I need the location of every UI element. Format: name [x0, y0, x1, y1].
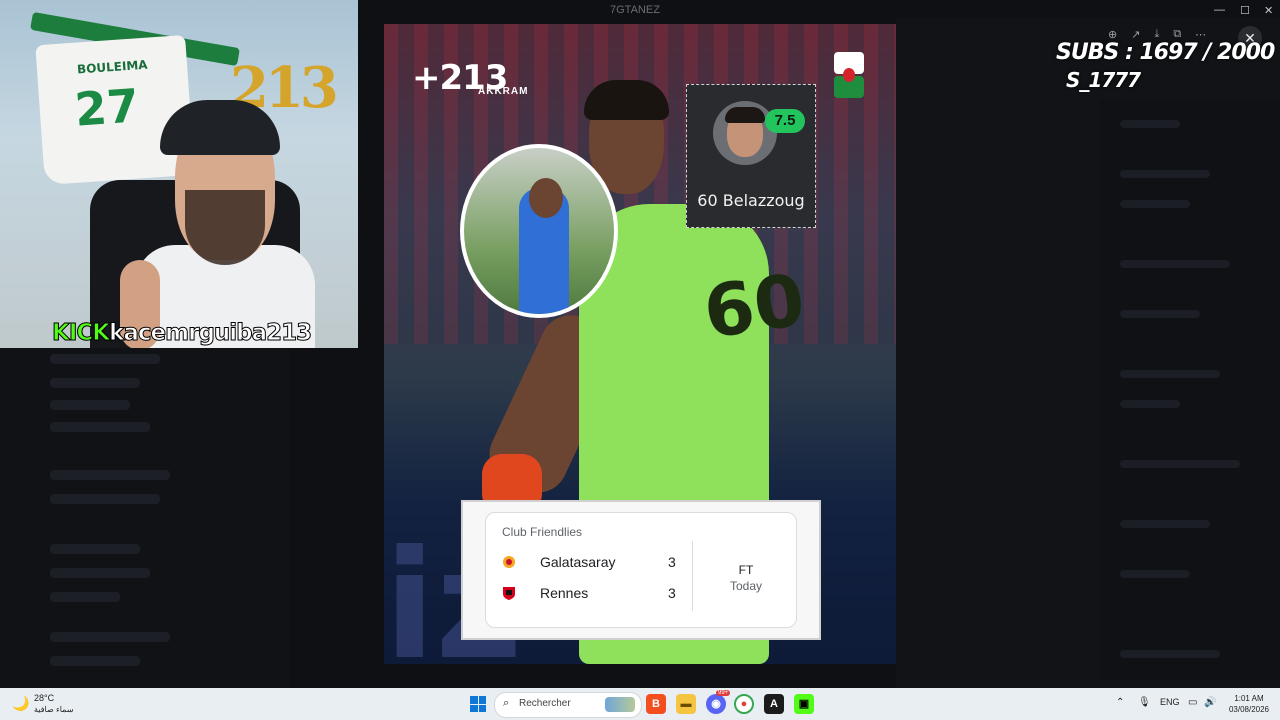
wall-jersey: BOULEIMA 27 [35, 34, 195, 186]
channel-row[interactable] [50, 592, 120, 602]
clock-date: 03/08/2026 [1228, 705, 1270, 714]
player-hair [584, 80, 669, 120]
inset-photo [460, 144, 618, 318]
chat-line [1120, 570, 1190, 578]
search-placeholder: Rechercher [519, 698, 571, 709]
inset-player-head [529, 178, 563, 218]
algeria-flag-icon [834, 52, 864, 98]
volume-icon[interactable]: 🔊 [1204, 697, 1216, 708]
chat-line [1120, 520, 1210, 528]
language-indicator[interactable]: ENG [1160, 697, 1180, 707]
brave-browser-icon[interactable]: B [646, 694, 666, 714]
channel-row[interactable] [50, 470, 170, 480]
team-score: 3 [668, 585, 676, 601]
windows-start-icon[interactable] [470, 696, 486, 712]
chat-line [1120, 370, 1220, 378]
post-image: iz 60 +213 AKKRAM 7.5 60 Belazzoug Club … [384, 24, 896, 664]
system-clock[interactable]: 1:01 AM 03/08/2026 [1224, 693, 1274, 715]
chat-messages [1100, 100, 1280, 680]
match-status: FT [738, 563, 754, 577]
display-icon[interactable]: ▭ [1188, 697, 1197, 708]
channel-row[interactable] [50, 632, 170, 642]
search-highlight-image [605, 697, 635, 712]
discord-icon[interactable]: ◉ [706, 694, 726, 714]
kick-logo-text: KICK [51, 320, 110, 347]
chat-line [1120, 260, 1230, 268]
channel-row[interactable] [50, 656, 140, 666]
weather-description[interactable]: سماء صافية [34, 705, 74, 714]
chevron-up-icon[interactable]: ⌃ [1116, 697, 1124, 708]
channel-row[interactable] [50, 544, 140, 554]
weather-temperature[interactable]: 28°C [34, 693, 54, 703]
kick-app-icon[interactable]: ▣ [794, 694, 814, 714]
shirt-number: 60 [698, 257, 810, 355]
minimize-icon[interactable]: — [1214, 4, 1225, 16]
team-score: 3 [668, 554, 676, 570]
jersey-name: BOULEIMA [76, 57, 149, 77]
microphone-icon[interactable]: 🎙 [1138, 697, 1151, 708]
notification-badge: 99+ [716, 690, 731, 696]
match-date: Today [729, 579, 763, 593]
team-row: Rennes 3 [502, 584, 682, 604]
moon-weather-icon[interactable]: 🌙 [12, 695, 29, 712]
window-close-icon[interactable]: ✕ [1264, 4, 1273, 17]
chat-line [1120, 650, 1220, 658]
player-avatar [713, 101, 777, 165]
jersey-number: 27 [73, 78, 141, 137]
kick-username: kacemrguiba213 [109, 320, 313, 347]
score-inner-card: Club Friendlies Galatasaray 3 Rennes 3 F… [485, 512, 797, 628]
galatasaray-crest-icon [503, 556, 515, 568]
search-icon: ⌕ [503, 697, 510, 709]
rennes-crest-icon [503, 587, 515, 600]
webcam-feed: BOULEIMA 27 213 KICKkacemrguiba213 [0, 0, 358, 348]
channel-row[interactable] [50, 494, 160, 504]
chat-line [1120, 400, 1180, 408]
chat-line [1120, 310, 1200, 318]
taskbar-search[interactable]: ⌕ Rechercher [494, 692, 642, 718]
score-divider [692, 541, 693, 611]
channel-row[interactable] [50, 422, 150, 432]
window-title: 7GTANEZ [610, 4, 660, 16]
app-a-icon[interactable]: A [764, 694, 784, 714]
channel-row[interactable] [50, 354, 160, 364]
channel-row[interactable] [50, 568, 150, 578]
chrome-icon[interactable]: ● [734, 694, 754, 714]
chat-line [1120, 200, 1190, 208]
channel-sidebar [0, 348, 290, 688]
channel-row[interactable] [50, 378, 140, 388]
team-row: Galatasaray 3 [502, 553, 682, 573]
team-name: Rennes [540, 585, 589, 601]
chat-line [1120, 460, 1240, 468]
maximize-icon[interactable]: ☐ [1240, 4, 1250, 17]
chat-line [1120, 120, 1180, 128]
team-name: Galatasaray [540, 554, 616, 570]
player-rating-card: 7.5 60 Belazzoug [686, 84, 816, 228]
file-explorer-icon[interactable]: ▬ [676, 694, 696, 714]
rating-badge: 7.5 [765, 109, 805, 133]
chat-line [1120, 170, 1210, 178]
kick-username-label: KICKkacemrguiba213 [51, 320, 313, 347]
channel-row[interactable] [50, 400, 130, 410]
subs-secondary-overlay: S_1777 [1066, 68, 1141, 92]
rating-player-name: 60 Belazzoug [697, 191, 805, 210]
windows-taskbar: 🌙 28°C سماء صافية ⌕ Rechercher B ▬ ◉ 99+… [0, 688, 1280, 720]
subs-goal-overlay: SUBS : 1697 / 2000 [1056, 40, 1275, 65]
brand-subtitle: AKKRAM [478, 86, 529, 97]
clock-time: 1:01 AM [1234, 694, 1264, 703]
competition-name: Club Friendlies [502, 525, 583, 539]
match-score-card: Club Friendlies Galatasaray 3 Rennes 3 F… [461, 500, 821, 640]
